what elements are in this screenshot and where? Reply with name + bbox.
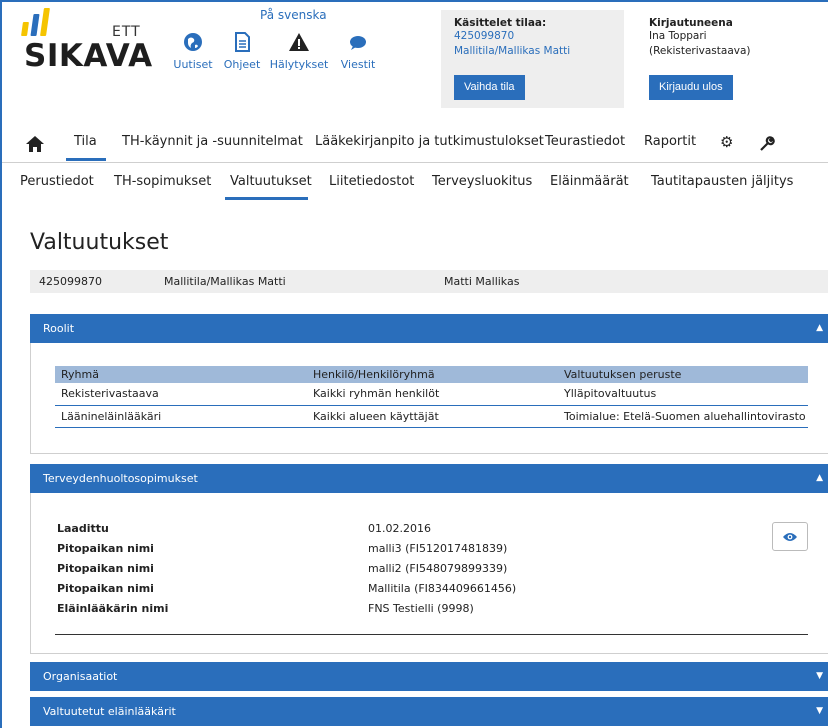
- home-icon[interactable]: [26, 136, 44, 152]
- roles-header-ryhma: Ryhmä: [55, 366, 307, 383]
- topnav-uutiset-label: Uutiset: [173, 58, 213, 71]
- current-farm-label: Käsittelet tilaa:: [454, 17, 547, 29]
- topnav-uutiset[interactable]: Uutiset: [167, 30, 219, 71]
- valtuutetut-panel-title: Valtuutetut eläinlääkärit: [43, 705, 176, 718]
- roles-header-henkilo: Henkilö/Henkilöryhmä: [307, 366, 558, 383]
- roles-cell: Kaikki ryhmän henkilöt: [307, 383, 558, 406]
- roolit-panel-title: Roolit: [43, 322, 75, 335]
- roles-cell: Läänineläinlääkäri: [55, 405, 307, 428]
- caret-down-icon: ▼: [816, 671, 823, 681]
- top-nav: Uutiset Ohjeet Hälytykset Viestit: [167, 30, 383, 71]
- warning-icon: [289, 33, 309, 51]
- roolit-panel-header[interactable]: Roolit ▲: [30, 314, 828, 343]
- logged-in-label: Kirjautuneena: [649, 17, 733, 29]
- subnav-valtuutukset[interactable]: Valtuutukset: [230, 174, 312, 189]
- th-key: Pitopaikan nimi: [57, 562, 154, 575]
- topnav-halytykset[interactable]: Hälytykset: [265, 30, 333, 71]
- logo-sikava: SIKAVA: [24, 38, 153, 74]
- th-key: Laadittu: [57, 522, 109, 535]
- topnav-halytykset-label: Hälytykset: [269, 58, 329, 71]
- farm-owner-value: Matti Mallikas: [444, 275, 520, 288]
- chat-icon: [350, 36, 366, 50]
- wrench-icon[interactable]: [759, 136, 775, 152]
- caret-down-icon: ▼: [816, 706, 823, 716]
- gear-icon[interactable]: ⚙: [720, 133, 733, 151]
- roles-header-peruste: Valtuutuksen peruste: [558, 366, 808, 383]
- nav-divider: [2, 162, 828, 163]
- eye-icon: [783, 532, 797, 541]
- organisaatiot-panel-title: Organisaatiot: [43, 670, 118, 683]
- mainnav-th-kaynnit[interactable]: TH-käynnit ja -suunnitelmat: [122, 134, 303, 149]
- current-farm-id: 425099870: [454, 30, 515, 42]
- logo-bar-yellow: [21, 22, 29, 36]
- sikava-logo[interactable]: ETT SIKAVA: [20, 8, 160, 78]
- farm-id-value: 425099870: [39, 275, 102, 288]
- current-farm-name: Mallitila/Mallikas Matti: [454, 45, 571, 57]
- logo-bar-yellow-2: [40, 8, 50, 36]
- th-key: Pitopaikan nimi: [57, 582, 154, 595]
- topnav-viestit-label: Viestit: [340, 58, 376, 71]
- header: ETT SIKAVA På svenska Uutiset Ohjeet Häl…: [2, 2, 828, 108]
- th-key: Pitopaikan nimi: [57, 542, 154, 555]
- page-title: Valtuutukset: [30, 230, 169, 255]
- mainnav-laakekirjanpito[interactable]: Lääkekirjanpito ja tutkimustulokset: [315, 134, 544, 149]
- subnav-active-indicator: [225, 197, 308, 200]
- th-divider: [55, 634, 808, 635]
- mainnav-raportit[interactable]: Raportit: [644, 134, 696, 149]
- topnav-viestit[interactable]: Viestit: [333, 30, 383, 71]
- logo-bar-blue: [30, 14, 40, 36]
- th-value: malli2 (FI548079899339): [368, 562, 508, 575]
- subnav-perustiedot[interactable]: Perustiedot: [20, 174, 94, 189]
- organisaatiot-panel-header[interactable]: Organisaatiot ▼: [30, 662, 828, 691]
- mainnav-active-indicator: [66, 158, 106, 161]
- table-row: Läänineläinlääkäri Kaikki alueen käyttäj…: [55, 405, 808, 428]
- app-frame: ETT SIKAVA På svenska Uutiset Ohjeet Häl…: [0, 0, 828, 728]
- main-nav: Tila TH-käynnit ja -suunnitelmat Lääkeki…: [2, 130, 828, 162]
- th-value: Mallitila (FI834409661456): [368, 582, 517, 595]
- th-panel-title: Terveydenhuoltosopimukset: [43, 472, 198, 485]
- subnav-liitetiedostot[interactable]: Liitetiedostot: [329, 174, 414, 189]
- language-link[interactable]: På svenska: [260, 8, 327, 22]
- change-farm-button[interactable]: Vaihda tila: [454, 75, 525, 100]
- th-key: Eläinlääkärin nimi: [57, 602, 169, 615]
- user-role: (Rekisterivastaava): [649, 45, 751, 57]
- topnav-ohjeet-label: Ohjeet: [223, 58, 261, 71]
- th-value: FNS Testielli (9998): [368, 602, 474, 615]
- document-icon: [235, 32, 250, 52]
- user-name: Ina Toppari: [649, 30, 707, 42]
- th-value: malli3 (FI512017481839): [368, 542, 508, 555]
- mainnav-teurastiedot[interactable]: Teurastiedot: [545, 134, 625, 149]
- subnav-elainmaarat[interactable]: Eläinmäärät: [550, 174, 629, 189]
- valtuutetut-panel-header[interactable]: Valtuutetut eläinlääkärit ▼: [30, 697, 828, 726]
- roles-table: Ryhmä Henkilö/Henkilöryhmä Valtuutuksen …: [55, 366, 808, 428]
- caret-up-icon: ▲: [816, 323, 823, 333]
- view-contract-button[interactable]: [772, 522, 808, 551]
- roles-cell: Rekisterivastaava: [55, 383, 307, 406]
- caret-up-icon: ▲: [816, 473, 823, 483]
- subnav-tautitapausten[interactable]: Tautitapausten jäljitys: [651, 174, 793, 189]
- logout-button[interactable]: Kirjaudu ulos: [649, 75, 733, 100]
- th-panel-header[interactable]: Terveydenhuoltosopimukset ▲: [30, 464, 828, 493]
- roles-cell: Kaikki alueen käyttäjät: [307, 405, 558, 428]
- farm-id-bar: 425099870 Mallitila/Mallikas Matti Matti…: [30, 270, 828, 293]
- roles-cell: Ylläpitovaltuutus: [558, 383, 808, 406]
- topnav-ohjeet[interactable]: Ohjeet: [219, 30, 265, 71]
- mainnav-tila[interactable]: Tila: [74, 134, 97, 149]
- th-value: 01.02.2016: [368, 522, 431, 535]
- roles-cell: Toimialue: Etelä-Suomen aluehallintovira…: [558, 405, 808, 428]
- globe-icon: [184, 33, 202, 51]
- sub-nav: Perustiedot TH-sopimukset Valtuutukset L…: [2, 170, 828, 204]
- farm-name-value: Mallitila/Mallikas Matti: [164, 275, 286, 288]
- subnav-terveysluokitus[interactable]: Terveysluokitus: [432, 174, 532, 189]
- table-row: Rekisterivastaava Kaikki ryhmän henkilöt…: [55, 383, 808, 406]
- subnav-th-sopimukset[interactable]: TH-sopimukset: [114, 174, 211, 189]
